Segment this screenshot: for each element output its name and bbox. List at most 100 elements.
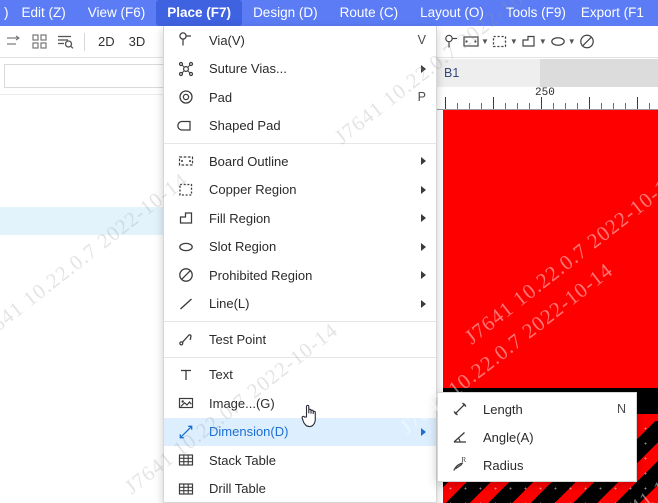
list-item[interactable]	[0, 263, 163, 291]
ruler-tick	[529, 103, 530, 109]
test-point-icon	[175, 329, 197, 349]
place-dropdown-menu[interactable]: Via(V) V Suture Vias... Pad P Shaped Pad Board…	[163, 26, 437, 503]
submenu-arrow-icon	[421, 157, 426, 166]
submenu-item-radius[interactable]: R Radius	[438, 451, 636, 479]
toolbar-divider	[84, 32, 85, 51]
menu-item-line-l[interactable]: Line(L)	[164, 290, 436, 319]
submenu-item-length[interactable]: Length N	[438, 395, 636, 423]
menubar-item-layout-o[interactable]: Layout (O)	[409, 0, 495, 26]
ruler-tick	[517, 103, 518, 109]
chevron-down-icon[interactable]: ▼	[539, 37, 547, 46]
chevron-down-icon[interactable]: ▼	[568, 37, 576, 46]
ruler-tick	[493, 97, 494, 109]
submenu-item-label: Angle(A)	[483, 429, 534, 445]
list-item[interactable]	[0, 151, 163, 179]
submenu-arrow-icon	[421, 214, 426, 223]
horizontal-ruler[interactable]: 250	[437, 87, 658, 110]
line-icon	[175, 294, 197, 314]
left-search-row	[0, 59, 190, 93]
list-item[interactable]	[0, 179, 163, 207]
menu-item-shortcut: P	[417, 90, 426, 105]
menu-item-fill-region[interactable]: Fill Region	[164, 204, 436, 233]
menu-item-label: Prohibited Region	[209, 267, 313, 283]
list-item[interactable]	[0, 123, 163, 151]
menubar-item-place-f7[interactable]: Place (F7)	[156, 0, 243, 26]
fill-region-icon	[175, 208, 197, 228]
chevron-down-icon[interactable]: ▼	[481, 37, 489, 46]
list-item[interactable]	[0, 291, 163, 319]
left-panel: 2D 3D	[0, 26, 190, 503]
stack-table-icon	[175, 450, 197, 470]
copper-region-icon	[175, 180, 197, 200]
slot-region-tool[interactable]: ▼	[549, 33, 576, 50]
search-input[interactable]	[4, 64, 173, 88]
menu-separator	[164, 143, 436, 144]
menubar-item-edit-z[interactable]: Edit (Z)	[11, 0, 77, 26]
align-icon[interactable]	[0, 29, 26, 55]
list-item[interactable]	[0, 235, 163, 263]
fill-region-tool[interactable]: ▼	[520, 33, 547, 50]
menubar-item-route-c[interactable]: Route (C)	[329, 0, 410, 26]
menu-item-text[interactable]: Text	[164, 361, 436, 390]
menu-item-via-v[interactable]: Via(V) V	[164, 26, 436, 55]
menu-item-label: Dimension(D)	[209, 424, 289, 440]
menu-item-drill-table[interactable]: Drill Table	[164, 475, 436, 503]
chevron-down-icon[interactable]: ▼	[510, 37, 518, 46]
menu-item-copper-region[interactable]: Copper Region	[164, 176, 436, 205]
menubar-item-export-f1[interactable]: Export (F1	[577, 0, 646, 26]
ruler-tick	[637, 97, 638, 109]
menu-bar[interactable]: ) Edit (Z) View (F6) Place (F7) Design (D) Ro…	[0, 0, 658, 26]
place-toolbar: ▼ ▼ ▼ ▼	[437, 26, 658, 58]
view-2d-button[interactable]: 2D	[91, 34, 122, 49]
list-item[interactable]	[0, 95, 163, 123]
ruler-tick	[457, 103, 458, 109]
menu-item-pad[interactable]: Pad P	[164, 83, 436, 112]
tab-label: B1	[444, 66, 460, 80]
submenu-item-shortcut: N	[616, 402, 626, 416]
menu-item-board-outline[interactable]: Board Outline	[164, 147, 436, 176]
left-list[interactable]	[0, 94, 163, 503]
menu-item-label: Board Outline	[209, 153, 289, 169]
view-3d-button[interactable]: 3D	[122, 34, 153, 49]
menu-item-slot-region[interactable]: Slot Region	[164, 233, 436, 262]
submenu-arrow-icon	[421, 427, 426, 436]
menu-item-label: Pad	[209, 89, 233, 105]
submenu-arrow-icon	[421, 271, 426, 280]
menu-item-shaped-pad[interactable]: Shaped Pad	[164, 112, 436, 141]
tab-strip: B1	[437, 59, 658, 87]
board-outline-tool[interactable]: ▼	[462, 33, 489, 50]
ruler-tick	[553, 103, 554, 109]
menu-item-stack-table[interactable]: Stack Table	[164, 446, 436, 475]
menubar-item-[interactable]: )	[0, 0, 11, 26]
menu-item-dimension-d[interactable]: Dimension(D)	[164, 417, 436, 446]
submenu-item-angle-a[interactable]: Angle(A)	[438, 423, 636, 451]
submenu-arrow-icon	[421, 185, 426, 194]
svg-text:R: R	[462, 456, 467, 464]
menubar-item-tools-f9[interactable]: Tools (F9)	[495, 0, 577, 26]
list-item-selected[interactable]	[0, 207, 163, 235]
pad-icon	[175, 87, 197, 107]
menu-item-suture-vias[interactable]: Suture Vias...	[164, 55, 436, 84]
menu-item-label: Slot Region	[209, 239, 277, 255]
dimension-icon	[175, 422, 197, 442]
grid-icon[interactable]	[26, 29, 52, 55]
length-icon	[449, 399, 471, 419]
menu-item-prohibited-region[interactable]: Prohibited Region	[164, 261, 436, 290]
dimension-submenu[interactable]: Length N Angle(A) R Radius	[437, 392, 637, 482]
ruler-tick	[613, 103, 614, 109]
menubar-item-design-d[interactable]: Design (D)	[242, 0, 329, 26]
menubar-item-view-f6[interactable]: View (F6)	[77, 0, 157, 26]
ruler-tick	[469, 103, 470, 109]
menu-separator	[164, 356, 436, 358]
menu-item-image-g[interactable]: Image...(G)	[164, 389, 436, 418]
menu-item-label: Suture Vias...	[209, 61, 287, 77]
ruler-tick	[565, 103, 566, 109]
menu-item-label: Copper Region	[209, 182, 297, 198]
tab-b1[interactable]: B1	[437, 59, 540, 87]
prohibited-region-tool[interactable]	[578, 33, 596, 50]
list-search-icon[interactable]	[52, 29, 78, 55]
copper-region-tool[interactable]: ▼	[491, 33, 518, 50]
via-tool[interactable]	[443, 33, 460, 50]
ruler-tick	[601, 103, 602, 109]
menu-item-test-point[interactable]: Test Point	[164, 325, 436, 354]
